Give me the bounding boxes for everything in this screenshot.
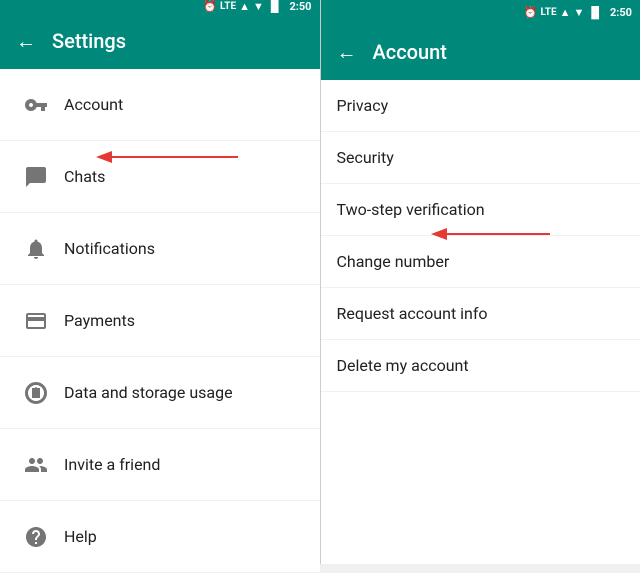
right-toolbar-title: Account (373, 40, 447, 64)
menu-item-help[interactable]: Help (0, 501, 320, 573)
right-status-bar: ⏰ LTE ▲ ▼ ▐▌ 2:50 (321, 0, 640, 24)
label-change-number: Change number (337, 252, 450, 271)
right-time: 2:50 (610, 6, 632, 19)
invite-icon (16, 445, 56, 485)
left-toolbar-title: Settings (52, 29, 126, 53)
left-lte-icon: LTE (220, 1, 236, 12)
menu-item-notifications[interactable]: Notifications (0, 213, 320, 285)
menu-item-invite[interactable]: Invite a friend (0, 429, 320, 501)
left-status-bar: ⏰ LTE ▲ ▼ ▐▌ 2:50 (0, 0, 320, 13)
settings-menu-list: Account Chats Notifications (0, 69, 320, 573)
right-toolbar: ← Account (321, 24, 640, 80)
account-item-delete[interactable]: Delete my account (321, 340, 640, 392)
label-security: Security (337, 148, 394, 167)
menu-label-payments: Payments (64, 311, 135, 330)
menu-label-data: Data and storage usage (64, 383, 233, 402)
payments-icon (16, 301, 56, 341)
account-item-privacy[interactable]: Privacy (321, 80, 640, 132)
right-wifi-icon: ▼ (573, 6, 584, 19)
menu-item-account[interactable]: Account (0, 69, 320, 141)
data-icon (16, 373, 56, 413)
left-alarm-icon: ⏰ (203, 0, 217, 13)
menu-label-chats: Chats (64, 167, 105, 186)
label-privacy: Privacy (337, 96, 389, 115)
account-item-security[interactable]: Security (321, 132, 640, 184)
right-alarm-icon: ⏰ (524, 6, 538, 19)
left-toolbar: ← Settings (0, 13, 320, 69)
help-icon (16, 517, 56, 557)
account-menu-list: Privacy Security Two-step verification C… (321, 80, 640, 564)
menu-item-chats[interactable]: Chats (0, 141, 320, 213)
right-lte-icon: LTE (540, 7, 556, 18)
app-container: ⏰ LTE ▲ ▼ ▐▌ 2:50 ← Settings Acco (0, 0, 640, 564)
menu-label-account: Account (64, 95, 123, 114)
left-signal-icon: ▲ (239, 0, 250, 13)
account-item-change-number[interactable]: Change number (321, 236, 640, 288)
left-battery-icon: ▐▌ (267, 0, 283, 13)
menu-label-invite: Invite a friend (64, 455, 160, 474)
label-request-info: Request account info (337, 304, 488, 323)
menu-item-data[interactable]: Data and storage usage (0, 357, 320, 429)
account-item-request-info[interactable]: Request account info (321, 288, 640, 340)
menu-label-help: Help (64, 527, 97, 546)
left-time: 2:50 (289, 0, 311, 13)
right-back-button[interactable]: ← (337, 40, 357, 65)
bell-icon (16, 229, 56, 269)
menu-item-payments[interactable]: Payments (0, 285, 320, 357)
left-wifi-icon: ▼ (253, 0, 264, 13)
settings-panel: ⏰ LTE ▲ ▼ ▐▌ 2:50 ← Settings Acco (0, 0, 320, 564)
label-two-step: Two-step verification (337, 200, 485, 219)
left-status-icons: ⏰ LTE ▲ ▼ ▐▌ 2:50 (203, 0, 311, 13)
account-panel: ⏰ LTE ▲ ▼ ▐▌ 2:50 ← Account Privacy Secu… (321, 0, 640, 564)
account-item-two-step[interactable]: Two-step verification (321, 184, 640, 236)
menu-label-notifications: Notifications (64, 239, 155, 258)
key-icon (16, 85, 56, 125)
left-back-button[interactable]: ← (16, 29, 36, 54)
right-status-icons: ⏰ LTE ▲ ▼ ▐▌ 2:50 (524, 6, 632, 19)
right-battery-icon: ▐▌ (587, 6, 603, 19)
right-signal-icon: ▲ (560, 6, 571, 19)
chat-icon (16, 157, 56, 197)
label-delete: Delete my account (337, 356, 469, 375)
